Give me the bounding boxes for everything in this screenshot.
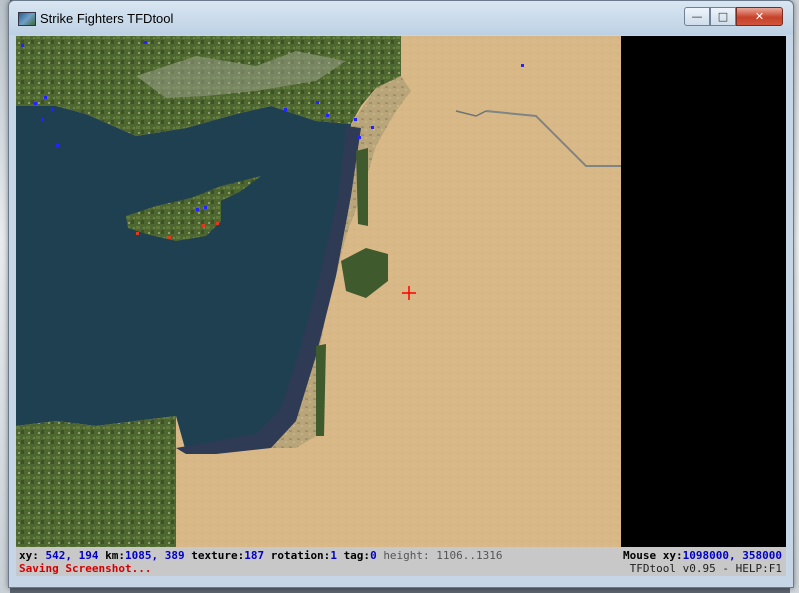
mouse-xy-label: Mouse xy: bbox=[623, 549, 683, 562]
rotation-label: rotation: bbox=[270, 549, 331, 562]
tag-value: 0 bbox=[370, 549, 377, 562]
maximize-icon: □ bbox=[717, 10, 729, 23]
xy-value: 542, 194 bbox=[45, 549, 99, 562]
window-title: Strike Fighters TFDtool bbox=[40, 11, 174, 26]
terrain-map[interactable] bbox=[16, 36, 786, 547]
minimize-button[interactable]: — bbox=[684, 7, 710, 26]
maximize-button[interactable]: □ bbox=[710, 7, 736, 26]
height-range: height: 1106..1316 bbox=[383, 549, 503, 562]
status-bar: xy: 542, 194 km:1085, 389 texture:187 ro… bbox=[16, 547, 786, 576]
texture-value: 187 bbox=[244, 549, 265, 562]
version-text: TFDtool v0.95 - HELP:F1 bbox=[629, 562, 782, 575]
tag-label: tag: bbox=[343, 549, 371, 562]
app-icon[interactable] bbox=[18, 12, 36, 26]
terrain-map-view[interactable] bbox=[16, 36, 786, 547]
rotation-value: 1 bbox=[330, 549, 337, 562]
minimize-icon: — bbox=[691, 10, 703, 23]
texture-label: texture: bbox=[191, 549, 245, 562]
status-message: Saving Screenshot... bbox=[19, 562, 152, 575]
tfdtool-window: Strike Fighters TFDtool — □ ✕ xy: 542, 1… bbox=[8, 0, 794, 588]
km-value: 1085, 389 bbox=[124, 549, 185, 562]
status-mouse: Mouse xy:1098000, 358000 bbox=[623, 549, 782, 562]
levant-forest-north bbox=[356, 148, 368, 226]
status-row-coords: xy: 542, 194 km:1085, 389 texture:187 ro… bbox=[19, 549, 503, 562]
southwest-landmass bbox=[16, 416, 176, 547]
title-bar[interactable]: Strike Fighters TFDtool — □ ✕ bbox=[9, 1, 793, 35]
mouse-xy-value: 1098000, 358000 bbox=[682, 549, 782, 562]
km-label: km: bbox=[105, 549, 125, 562]
close-icon: ✕ bbox=[754, 10, 765, 23]
xy-label: xy: bbox=[19, 549, 39, 562]
close-button[interactable]: ✕ bbox=[736, 7, 783, 26]
